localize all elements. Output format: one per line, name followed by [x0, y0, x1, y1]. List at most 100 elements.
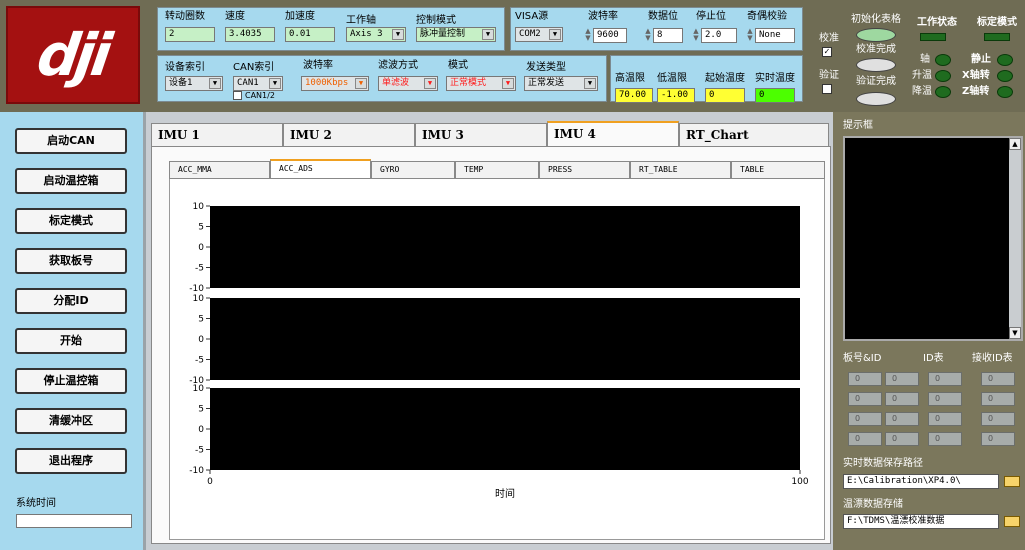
rt-temp-field: 0 [755, 88, 795, 103]
tab-imu-4[interactable]: IMU 4 [547, 121, 679, 147]
folder-icon[interactable] [1004, 516, 1020, 527]
id-cell[interactable]: 0 [885, 372, 919, 386]
exit-program-button[interactable]: 退出程序 [15, 448, 127, 474]
folder-icon[interactable] [1004, 476, 1020, 487]
id-cell[interactable]: 0 [885, 432, 919, 446]
subtab-press[interactable]: PRESS [539, 161, 630, 179]
y-tick-label: -10 [189, 466, 204, 476]
id-cell[interactable]: 0 [981, 432, 1015, 446]
verify-done-button[interactable] [856, 92, 896, 106]
spinner-icon[interactable]: ▲ ▼ [643, 28, 653, 43]
stop-bits-field[interactable]: 2.0 [701, 28, 737, 43]
spinner-icon[interactable]: ▲ ▼ [745, 28, 755, 43]
control-mode-select[interactable]: 脉冲量控制 ▼ [416, 27, 496, 42]
id-cell[interactable]: 0 [885, 392, 919, 406]
prompt-box[interactable]: ▲ ▼ [843, 136, 1023, 341]
can12-checkbox[interactable] [233, 91, 242, 100]
turns-field[interactable]: 2 [165, 27, 215, 42]
init-table-button[interactable] [856, 28, 896, 42]
x-axis-led [997, 70, 1013, 82]
tab-rt-chart[interactable]: RT_Chart [679, 123, 829, 147]
clear-buffer-button[interactable]: 清缓冲区 [15, 408, 127, 434]
system-time-label: 系统时间 [16, 498, 56, 509]
id-cell[interactable]: 0 [848, 412, 882, 426]
start-temp-field[interactable]: 0 [705, 88, 745, 103]
id-cell[interactable]: 0 [981, 412, 1015, 426]
tab-imu-1[interactable]: IMU 1 [151, 123, 283, 147]
top-bar: dji 转动圈数 2 速度 3.4035 加速度 0.01 工作轴 Axis 3… [0, 0, 1025, 112]
calibration-mode-button[interactable]: 标定模式 [15, 208, 127, 234]
tab-imu-2[interactable]: IMU 2 [283, 123, 415, 147]
tab-imu-3[interactable]: IMU 3 [415, 123, 547, 147]
y-tick-label: 10 [193, 294, 205, 304]
get-board-number-button[interactable]: 获取板号 [15, 248, 127, 274]
visa-baud-field[interactable]: 9600 [593, 28, 627, 43]
work-mode-select[interactable]: 正常模式 ▼ [446, 76, 516, 91]
z-axis-led [997, 86, 1013, 98]
y-tick-label: 5 [198, 315, 204, 325]
send-type-select[interactable]: 正常发送 ▼ [524, 76, 598, 91]
chevron-down-icon: ▼ [482, 29, 494, 40]
axis-select[interactable]: Axis 3 ▼ [346, 27, 406, 42]
id-cell[interactable]: 0 [981, 392, 1015, 406]
id-cell[interactable]: 0 [928, 372, 962, 386]
subtab-acc-mma[interactable]: ACC_MMA [169, 161, 270, 179]
axis-label: 工作轴 [346, 15, 376, 26]
motion-group: 转动圈数 2 速度 3.4035 加速度 0.01 工作轴 Axis 3 ▼ 控制… [157, 7, 505, 51]
speed-field[interactable]: 3.4035 [225, 27, 275, 42]
id-cell[interactable]: 0 [848, 432, 882, 446]
chevron-down-icon: ▼ [424, 78, 436, 89]
x-led-label: X轴转 [962, 70, 990, 81]
y-tick-label: -5 [195, 446, 204, 456]
calibrate-checkbox[interactable]: ✓ [822, 47, 832, 57]
id-cell[interactable]: 0 [928, 432, 962, 446]
can-baud-select[interactable]: 1000Kbps ▼ [301, 76, 369, 91]
device-index-select[interactable]: 设备1 ▼ [165, 76, 223, 91]
stop-temp-box-button[interactable]: 停止温控箱 [15, 368, 127, 394]
accel-field[interactable]: 0.01 [285, 27, 335, 42]
subtab-gyro[interactable]: GYRO [371, 161, 455, 179]
spinner-icon[interactable]: ▲ ▼ [583, 28, 593, 43]
low-temp-field[interactable]: -1.00 [657, 88, 695, 103]
verify-checkbox[interactable] [822, 84, 832, 94]
chevron-down-icon: ▼ [502, 78, 514, 89]
scrollbar[interactable]: ▲ ▼ [1009, 138, 1021, 339]
subtab-rt-table[interactable]: RT_TABLE [630, 161, 731, 179]
send-type-label: 发送类型 [526, 62, 566, 73]
plot-area-1 [210, 206, 800, 288]
rise-led-label: 升温 [912, 70, 932, 81]
scroll-up-icon[interactable]: ▲ [1009, 138, 1021, 150]
start-button[interactable]: 开始 [15, 328, 127, 354]
start-can-button[interactable]: 启动CAN [15, 128, 127, 154]
work-status-label: 工作状态 [917, 17, 957, 28]
assign-id-button[interactable]: 分配ID [15, 288, 127, 314]
rt-path-field[interactable]: E:\Calibration\XP4.0\ [843, 474, 999, 489]
id-cell[interactable]: 0 [928, 392, 962, 406]
filter-select[interactable]: 单滤波 ▼ [378, 76, 438, 91]
stop-led-label: 静止 [971, 54, 991, 65]
high-temp-field[interactable]: 70.00 [615, 88, 653, 103]
scroll-down-icon[interactable]: ▼ [1009, 327, 1021, 339]
start-temp-label: 起始温度 [705, 73, 745, 84]
subtab-temp[interactable]: TEMP [455, 161, 539, 179]
start-temp-box-button[interactable]: 启动温控箱 [15, 168, 127, 194]
drift-path-field[interactable]: F:\TDMS\温漂校准数据 [843, 514, 999, 529]
id-cell[interactable]: 0 [981, 372, 1015, 386]
visa-source-select[interactable]: COM2 ▼ [515, 27, 563, 42]
subtab-table[interactable]: TABLE [731, 161, 825, 179]
id-cell[interactable]: 0 [848, 392, 882, 406]
id-cell[interactable]: 0 [848, 372, 882, 386]
id-cell[interactable]: 0 [928, 412, 962, 426]
can-index-select[interactable]: CAN1 ▼ [233, 76, 283, 91]
data-bits-field[interactable]: 8 [653, 28, 683, 43]
subtab-acc-ads[interactable]: ACC_ADS [270, 159, 371, 179]
recv-id-table-label: 接收ID表 [972, 353, 1013, 364]
visa-baud-label: 波特率 [588, 11, 618, 22]
id-cell[interactable]: 0 [885, 412, 919, 426]
spinner-icon[interactable]: ▲ ▼ [691, 28, 701, 43]
board-id-label: 板号&ID [843, 353, 882, 364]
parity-field[interactable]: None [755, 28, 795, 43]
x-tick-label: 100 [791, 477, 808, 487]
y-tick-label: -5 [195, 264, 204, 274]
calib-done-button[interactable] [856, 58, 896, 72]
